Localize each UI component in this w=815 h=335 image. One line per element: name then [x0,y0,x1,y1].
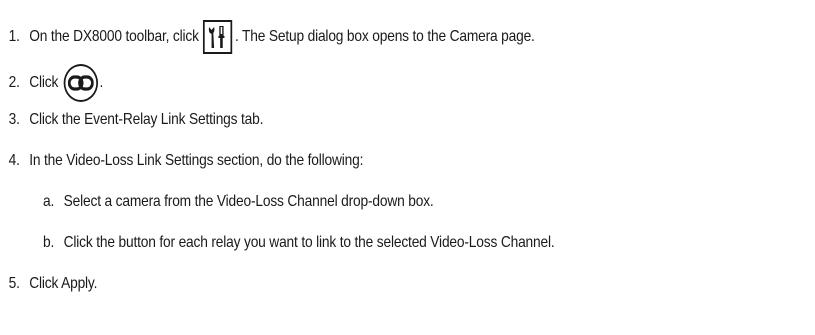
step-text: On the DX8000 toolbar, click [29,28,199,45]
step-number: 2. [8,74,20,91]
link-icon [63,64,98,102]
step-number: 1. [8,28,20,45]
substep-letter: b. [43,234,55,251]
step-2: 2. Click . [0,64,103,102]
substep-a: a. Select a camera from the Video-Loss C… [0,192,434,212]
step-4: 4. In the Video-Loss Link Settings secti… [0,151,364,171]
step-number: 5. [8,275,20,292]
substep-text: Select a camera from the Video-Loss Chan… [63,193,434,210]
step-text: Click the Event-Relay Link Settings tab. [29,111,264,128]
substep-text: Click the button for each relay you want… [63,234,555,251]
step-5: 5. Click Apply. [0,274,98,294]
step-number: 3. [8,111,20,128]
step-text: Click [29,74,59,91]
step-number: 4. [8,152,20,169]
step-text: . [99,74,104,91]
step-text: In the Video-Loss Link Settings section,… [29,152,364,169]
step-1: 1. On the DX8000 toolbar, click . The Se… [0,20,535,54]
setup-tools-icon [203,20,233,54]
step-3: 3. Click the Event-Relay Link Settings t… [0,110,264,130]
procedure-steps: 1. On the DX8000 toolbar, click . The Se… [0,0,815,335]
step-text: Click Apply. [29,275,98,292]
step-text: . The Setup dialog box opens to the Came… [234,28,535,45]
substep-b: b. Click the button for each relay you w… [0,233,555,253]
substep-letter: a. [43,193,55,210]
